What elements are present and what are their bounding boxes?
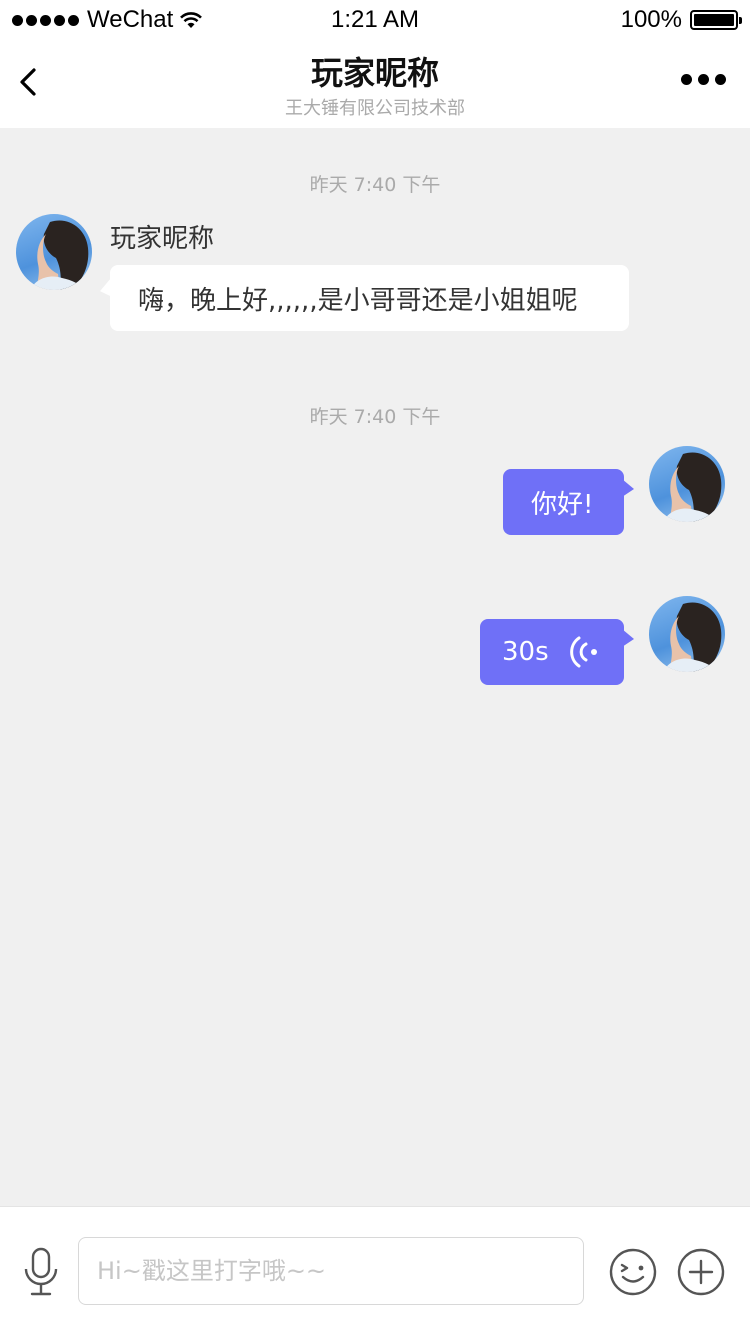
avatar[interactable]: [649, 596, 725, 672]
avatar-portrait: [663, 452, 722, 522]
sender-name: 玩家昵称: [110, 224, 215, 254]
nav-bar: 玩家昵称 王大锤有限公司技术部: [0, 40, 750, 128]
message-timestamp: 昨天 7:40 下午: [309, 174, 441, 196]
voice-wave-icon: [570, 636, 597, 668]
emoji-icon[interactable]: [608, 1247, 658, 1297]
avatar[interactable]: [16, 214, 92, 290]
more-options-icon[interactable]: [681, 74, 726, 85]
input-bar: [0, 1206, 750, 1334]
chat-title: 玩家昵称: [310, 54, 439, 92]
voice-duration: 30s: [502, 637, 549, 667]
message-text: 嗨，晚上好,,,,,,是小哥哥还是小姐姐呢: [138, 285, 578, 316]
battery-percentage: 100%: [620, 6, 682, 33]
voice-message-bubble[interactable]: 30s: [480, 619, 634, 685]
add-icon[interactable]: [676, 1247, 726, 1297]
message-timestamp: 昨天 7:40 下午: [309, 406, 441, 428]
battery-icon: [690, 10, 742, 30]
message-bubble-incoming[interactable]: 嗨，晚上好,,,,,,是小哥哥还是小姐姐呢: [110, 265, 629, 331]
avatar[interactable]: [649, 446, 725, 522]
message-input[interactable]: [78, 1237, 584, 1305]
message-text: 你好!: [531, 489, 594, 520]
microphone-icon[interactable]: [22, 1247, 60, 1297]
chat-subtitle: 王大锤有限公司技术部: [285, 98, 465, 119]
status-bar: WeChat 1:21 AM 100%: [0, 0, 750, 40]
message-bubble-outgoing[interactable]: 你好!: [503, 469, 634, 535]
status-right: 100%: [620, 6, 742, 34]
avatar-portrait: [663, 602, 722, 672]
avatar-portrait: [30, 220, 89, 290]
